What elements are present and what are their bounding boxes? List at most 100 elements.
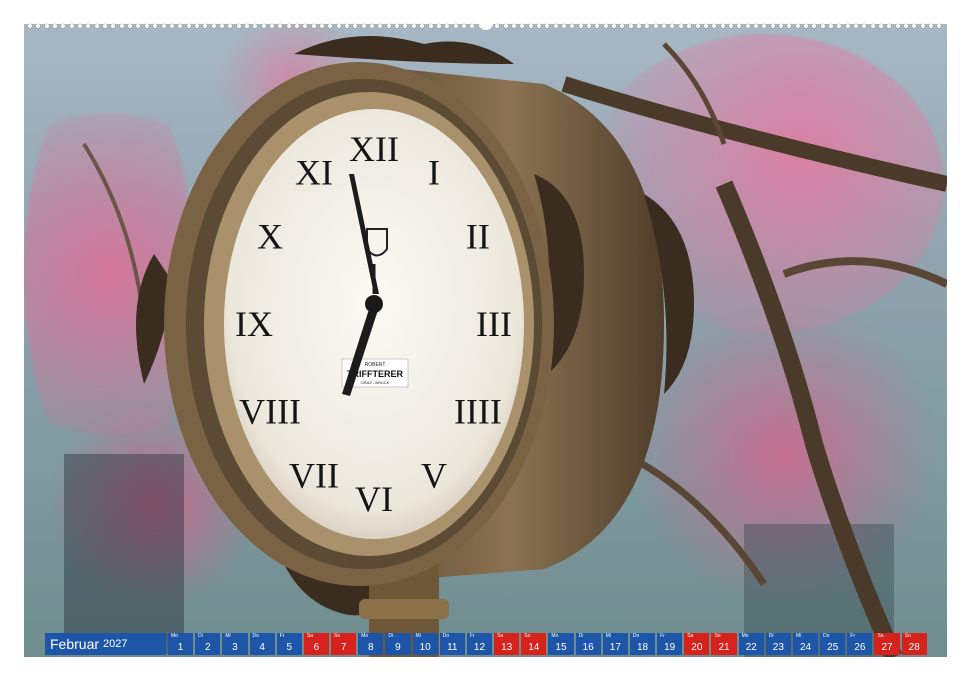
day-number: 28 (908, 642, 920, 653)
calendar-day: Sa 6 (303, 633, 330, 655)
binding-hole (395, 24, 400, 28)
binding-hole (570, 24, 575, 28)
calendar-day: So 14 (521, 633, 547, 655)
binding-hole (420, 24, 425, 28)
weekday-label: Sa (306, 633, 313, 639)
binding-hole (637, 24, 642, 28)
day-number: 24 (799, 642, 812, 653)
binding-hole (169, 24, 174, 28)
day-number: 15 (555, 642, 567, 653)
day-number: 27 (881, 642, 893, 653)
binding-hole (161, 24, 166, 28)
day-number: 17 (609, 642, 621, 653)
binding-hole (194, 24, 199, 28)
binding-hole (111, 24, 116, 28)
binding-hole (103, 24, 108, 28)
day-number: 10 (419, 642, 431, 653)
binding-hole (653, 24, 658, 28)
clock-numeral: VIII (239, 392, 301, 432)
binding-hole (553, 24, 558, 28)
binding-hole (762, 24, 767, 28)
binding-hole (803, 24, 808, 28)
binding-hole (386, 24, 391, 28)
weekday-label: Mi (415, 633, 421, 639)
binding-hole (303, 24, 308, 28)
day-number: 19 (664, 642, 676, 653)
calendar-day: Mo 22 (738, 633, 764, 655)
calendar-day: Do 25 (820, 633, 846, 655)
day-number: 12 (473, 642, 486, 653)
weekday-label: Fr (850, 633, 856, 639)
day-number: 2 (204, 642, 211, 653)
day-number: 20 (691, 642, 703, 653)
binding-hole (511, 24, 516, 28)
binding-hole (269, 24, 274, 28)
calendar-day: Di 16 (575, 633, 601, 655)
binding-hole (153, 24, 158, 28)
binding-hole (278, 24, 283, 28)
weekday-label: Di (768, 633, 774, 639)
calendar-day: Di 2 (195, 633, 221, 655)
calendar-day: Mi 10 (412, 633, 438, 655)
binding-hole (119, 24, 124, 28)
binding-hole (244, 24, 249, 28)
day-number: 14 (528, 642, 540, 653)
binding-hole (862, 24, 867, 28)
binding-hole (495, 24, 500, 28)
binding-hole (378, 24, 383, 28)
binding-hole (728, 24, 733, 28)
day-number: 23 (772, 642, 784, 653)
binding-hole (520, 24, 525, 28)
day-number: 26 (854, 642, 866, 653)
maker-line3: GRAZ - BRUCK (361, 380, 390, 385)
binding-hole (712, 24, 717, 28)
weekday-label: Mo (551, 633, 559, 639)
calendar-day: Di 9 (385, 633, 411, 655)
binding-hole (887, 24, 892, 28)
binding-hole (428, 24, 433, 28)
weekday-label: Do (442, 633, 450, 639)
binding-hole (787, 24, 792, 28)
weekday-label: Sa (877, 633, 884, 639)
binding-hole (879, 24, 884, 28)
calendar-day: Fr 19 (657, 633, 683, 655)
binding-hole (36, 24, 41, 28)
binding-hole (770, 24, 775, 28)
binding-hole (737, 24, 742, 28)
binding-hole (53, 24, 58, 28)
binding-hole (678, 24, 683, 28)
clock-numeral: IX (235, 304, 273, 344)
calendar-day: Fr 5 (276, 633, 302, 655)
binding-hole (620, 24, 625, 28)
day-number: 5 (286, 642, 293, 653)
calendar-day: Mo 1 (168, 633, 194, 655)
binding-hole (28, 24, 32, 28)
binding-hole (295, 24, 299, 28)
binding-hole (203, 24, 208, 28)
day-number: 18 (636, 642, 649, 653)
clock-hub (365, 295, 383, 313)
binding-hole (286, 24, 291, 28)
binding-hole (870, 24, 875, 28)
binding-hole (920, 24, 925, 28)
binding-hole (261, 24, 266, 28)
day-number: 11 (447, 642, 458, 653)
clock-numeral: V (421, 456, 447, 496)
day-number: 9 (395, 642, 401, 653)
binding-hole (336, 24, 341, 28)
day-number: 13 (501, 642, 513, 653)
binding-hole (536, 24, 541, 28)
calendar-day: Do 18 (629, 633, 656, 655)
binding-hole (562, 24, 566, 28)
binding-hole (186, 24, 191, 28)
binding-hole (753, 24, 758, 28)
weekday-label: Sa (497, 633, 504, 639)
weekday-label: Di (578, 633, 584, 639)
binding-hole (136, 24, 141, 28)
binding-hole (345, 24, 350, 28)
binding-hole (253, 24, 258, 28)
binding-hole (353, 24, 358, 28)
binding-hole (929, 24, 934, 28)
weekday-label: Di (198, 633, 203, 639)
calendar-day: Mi 3 (222, 633, 248, 655)
